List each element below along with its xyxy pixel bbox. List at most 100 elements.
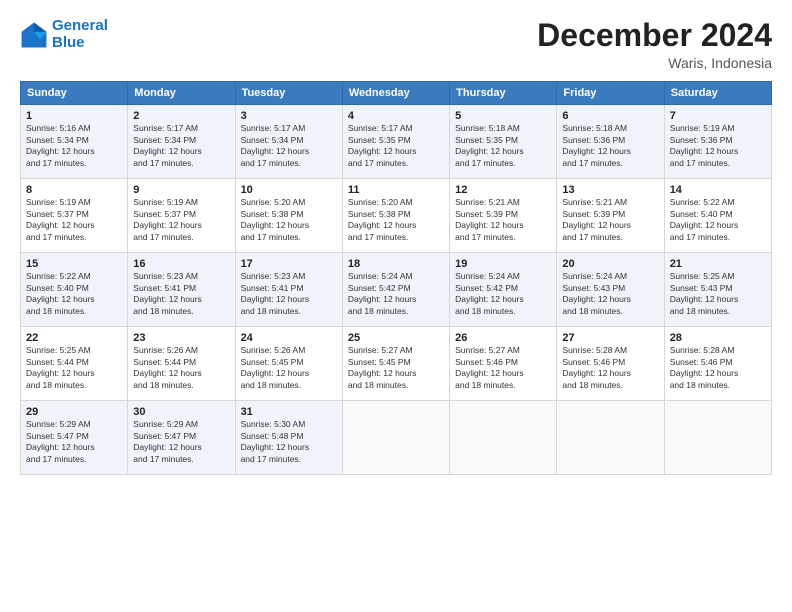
day-header-monday: Monday: [128, 82, 235, 105]
day-number: 3: [241, 110, 337, 122]
day-info: Sunrise: 5:29 AM Sunset: 5:47 PM Dayligh…: [26, 419, 122, 465]
day-info: Sunrise: 5:26 AM Sunset: 5:45 PM Dayligh…: [241, 345, 337, 391]
day-info: Sunrise: 5:23 AM Sunset: 5:41 PM Dayligh…: [133, 271, 229, 317]
logo-text: General Blue: [52, 18, 108, 51]
day-header-thursday: Thursday: [450, 82, 557, 105]
day-info: Sunrise: 5:23 AM Sunset: 5:41 PM Dayligh…: [241, 271, 337, 317]
page: General Blue December 2024 Waris, Indone…: [0, 0, 792, 612]
logo-icon: [20, 21, 48, 49]
day-number: 16: [133, 258, 229, 270]
calendar-cell: 28Sunrise: 5:28 AM Sunset: 5:46 PM Dayli…: [664, 327, 771, 401]
day-number: 15: [26, 258, 122, 270]
calendar-week-5: 29Sunrise: 5:29 AM Sunset: 5:47 PM Dayli…: [21, 401, 772, 475]
calendar-cell: [450, 401, 557, 475]
calendar-cell: 14Sunrise: 5:22 AM Sunset: 5:40 PM Dayli…: [664, 179, 771, 253]
day-info: Sunrise: 5:25 AM Sunset: 5:44 PM Dayligh…: [26, 345, 122, 391]
calendar-cell: 25Sunrise: 5:27 AM Sunset: 5:45 PM Dayli…: [342, 327, 449, 401]
day-info: Sunrise: 5:18 AM Sunset: 5:35 PM Dayligh…: [455, 123, 551, 169]
calendar-cell: 2Sunrise: 5:17 AM Sunset: 5:34 PM Daylig…: [128, 105, 235, 179]
calendar-cell: [664, 401, 771, 475]
day-number: 25: [348, 332, 444, 344]
header: General Blue December 2024 Waris, Indone…: [20, 18, 772, 71]
calendar-cell: 29Sunrise: 5:29 AM Sunset: 5:47 PM Dayli…: [21, 401, 128, 475]
day-info: Sunrise: 5:18 AM Sunset: 5:36 PM Dayligh…: [562, 123, 658, 169]
calendar-cell: 10Sunrise: 5:20 AM Sunset: 5:38 PM Dayli…: [235, 179, 342, 253]
day-number: 10: [241, 184, 337, 196]
day-info: Sunrise: 5:28 AM Sunset: 5:46 PM Dayligh…: [562, 345, 658, 391]
calendar-cell: 5Sunrise: 5:18 AM Sunset: 5:35 PM Daylig…: [450, 105, 557, 179]
calendar-cell: 15Sunrise: 5:22 AM Sunset: 5:40 PM Dayli…: [21, 253, 128, 327]
calendar-cell: [342, 401, 449, 475]
calendar-cell: 31Sunrise: 5:30 AM Sunset: 5:48 PM Dayli…: [235, 401, 342, 475]
calendar-cell: 30Sunrise: 5:29 AM Sunset: 5:47 PM Dayli…: [128, 401, 235, 475]
day-header-wednesday: Wednesday: [342, 82, 449, 105]
day-number: 28: [670, 332, 766, 344]
calendar-cell: 13Sunrise: 5:21 AM Sunset: 5:39 PM Dayli…: [557, 179, 664, 253]
calendar-cell: 21Sunrise: 5:25 AM Sunset: 5:43 PM Dayli…: [664, 253, 771, 327]
calendar-cell: 23Sunrise: 5:26 AM Sunset: 5:44 PM Dayli…: [128, 327, 235, 401]
calendar-cell: 4Sunrise: 5:17 AM Sunset: 5:35 PM Daylig…: [342, 105, 449, 179]
day-number: 12: [455, 184, 551, 196]
calendar-table: SundayMondayTuesdayWednesdayThursdayFrid…: [20, 81, 772, 475]
day-number: 29: [26, 406, 122, 418]
calendar-week-1: 1Sunrise: 5:16 AM Sunset: 5:34 PM Daylig…: [21, 105, 772, 179]
day-info: Sunrise: 5:27 AM Sunset: 5:46 PM Dayligh…: [455, 345, 551, 391]
day-number: 5: [455, 110, 551, 122]
day-number: 20: [562, 258, 658, 270]
day-info: Sunrise: 5:16 AM Sunset: 5:34 PM Dayligh…: [26, 123, 122, 169]
day-info: Sunrise: 5:17 AM Sunset: 5:34 PM Dayligh…: [133, 123, 229, 169]
day-info: Sunrise: 5:26 AM Sunset: 5:44 PM Dayligh…: [133, 345, 229, 391]
calendar-cell: 19Sunrise: 5:24 AM Sunset: 5:42 PM Dayli…: [450, 253, 557, 327]
day-number: 30: [133, 406, 229, 418]
day-number: 22: [26, 332, 122, 344]
day-info: Sunrise: 5:20 AM Sunset: 5:38 PM Dayligh…: [241, 197, 337, 243]
day-number: 8: [26, 184, 122, 196]
calendar-cell: 9Sunrise: 5:19 AM Sunset: 5:37 PM Daylig…: [128, 179, 235, 253]
day-info: Sunrise: 5:19 AM Sunset: 5:37 PM Dayligh…: [133, 197, 229, 243]
day-number: 24: [241, 332, 337, 344]
day-number: 27: [562, 332, 658, 344]
day-info: Sunrise: 5:22 AM Sunset: 5:40 PM Dayligh…: [670, 197, 766, 243]
calendar-body: 1Sunrise: 5:16 AM Sunset: 5:34 PM Daylig…: [21, 105, 772, 475]
calendar-cell: 7Sunrise: 5:19 AM Sunset: 5:36 PM Daylig…: [664, 105, 771, 179]
calendar-cell: 20Sunrise: 5:24 AM Sunset: 5:43 PM Dayli…: [557, 253, 664, 327]
day-info: Sunrise: 5:19 AM Sunset: 5:36 PM Dayligh…: [670, 123, 766, 169]
calendar-cell: 26Sunrise: 5:27 AM Sunset: 5:46 PM Dayli…: [450, 327, 557, 401]
day-number: 31: [241, 406, 337, 418]
day-info: Sunrise: 5:30 AM Sunset: 5:48 PM Dayligh…: [241, 419, 337, 465]
day-number: 1: [26, 110, 122, 122]
day-number: 14: [670, 184, 766, 196]
day-info: Sunrise: 5:25 AM Sunset: 5:43 PM Dayligh…: [670, 271, 766, 317]
calendar-cell: [557, 401, 664, 475]
day-info: Sunrise: 5:27 AM Sunset: 5:45 PM Dayligh…: [348, 345, 444, 391]
day-number: 23: [133, 332, 229, 344]
day-info: Sunrise: 5:17 AM Sunset: 5:34 PM Dayligh…: [241, 123, 337, 169]
day-info: Sunrise: 5:17 AM Sunset: 5:35 PM Dayligh…: [348, 123, 444, 169]
day-number: 18: [348, 258, 444, 270]
day-header-friday: Friday: [557, 82, 664, 105]
day-info: Sunrise: 5:20 AM Sunset: 5:38 PM Dayligh…: [348, 197, 444, 243]
day-number: 6: [562, 110, 658, 122]
day-number: 19: [455, 258, 551, 270]
day-number: 21: [670, 258, 766, 270]
calendar-cell: 24Sunrise: 5:26 AM Sunset: 5:45 PM Dayli…: [235, 327, 342, 401]
day-info: Sunrise: 5:19 AM Sunset: 5:37 PM Dayligh…: [26, 197, 122, 243]
day-number: 13: [562, 184, 658, 196]
calendar-cell: 17Sunrise: 5:23 AM Sunset: 5:41 PM Dayli…: [235, 253, 342, 327]
day-number: 9: [133, 184, 229, 196]
logo: General Blue: [20, 18, 108, 51]
calendar-cell: 18Sunrise: 5:24 AM Sunset: 5:42 PM Dayli…: [342, 253, 449, 327]
day-number: 11: [348, 184, 444, 196]
calendar-cell: 6Sunrise: 5:18 AM Sunset: 5:36 PM Daylig…: [557, 105, 664, 179]
calendar-cell: 3Sunrise: 5:17 AM Sunset: 5:34 PM Daylig…: [235, 105, 342, 179]
calendar-cell: 11Sunrise: 5:20 AM Sunset: 5:38 PM Dayli…: [342, 179, 449, 253]
calendar-cell: 12Sunrise: 5:21 AM Sunset: 5:39 PM Dayli…: [450, 179, 557, 253]
calendar-week-2: 8Sunrise: 5:19 AM Sunset: 5:37 PM Daylig…: [21, 179, 772, 253]
calendar-cell: 27Sunrise: 5:28 AM Sunset: 5:46 PM Dayli…: [557, 327, 664, 401]
calendar-cell: 8Sunrise: 5:19 AM Sunset: 5:37 PM Daylig…: [21, 179, 128, 253]
day-number: 4: [348, 110, 444, 122]
day-info: Sunrise: 5:21 AM Sunset: 5:39 PM Dayligh…: [455, 197, 551, 243]
title-area: December 2024 Waris, Indonesia: [537, 18, 772, 71]
day-header-saturday: Saturday: [664, 82, 771, 105]
month-title: December 2024: [537, 18, 772, 53]
